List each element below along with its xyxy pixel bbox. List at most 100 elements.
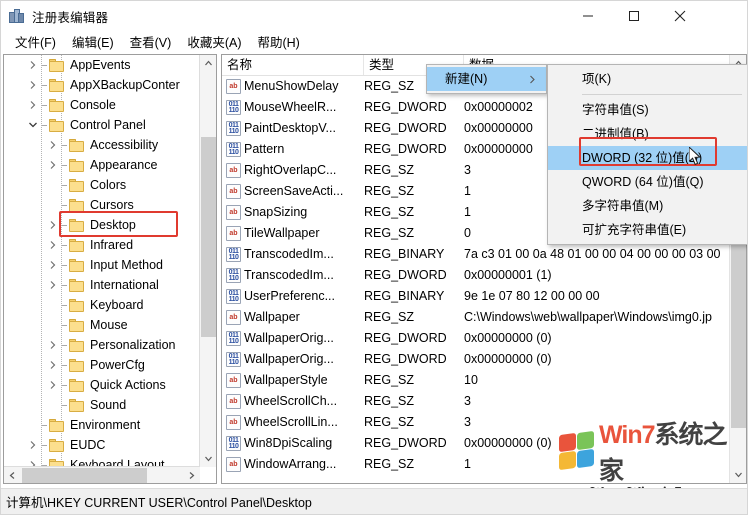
tree-item-personalization[interactable]: Personalization — [4, 335, 200, 355]
menu-edit[interactable]: 编辑(E) — [64, 30, 122, 54]
table-row[interactable]: 011 110 WallpaperOrig... REG_DWORD 0x0000000… — [222, 349, 729, 370]
table-row[interactable]: ab WheelScrollLin... REG_SZ 3 — [222, 412, 729, 433]
registry-tree-pane: AppEvents AppXBackupConter Console Control … — [3, 54, 217, 484]
tree-hscroll-thumb[interactable] — [22, 468, 147, 483]
table-row[interactable]: 011 110 UserPreferenc... REG_BINARY 9e 1e 07… — [222, 286, 729, 307]
cell-data: 0x00000001 (1) — [464, 268, 552, 282]
tree-item-sound[interactable]: Sound — [4, 395, 200, 415]
ctx-new-binary[interactable]: 二进制值(B) — [548, 122, 747, 146]
binary-value-icon: 011 110 — [226, 268, 241, 283]
ctx-new-string[interactable]: 字符串值(S) — [548, 98, 747, 122]
scroll-left-icon[interactable] — [4, 467, 21, 483]
chevron-right-icon — [529, 67, 536, 91]
column-header-name[interactable]: 名称 — [222, 55, 364, 75]
tree-vertical-scrollbar[interactable] — [199, 55, 216, 467]
table-row[interactable]: 011 110 TranscodedIm... REG_DWORD 0x00000001… — [222, 265, 729, 286]
maximize-button[interactable] — [611, 1, 657, 31]
chevron-down-icon[interactable] — [26, 115, 40, 135]
scroll-up-icon[interactable] — [200, 55, 216, 72]
registry-tree[interactable]: AppEvents AppXBackupConter Console Control … — [4, 55, 200, 467]
menu-view[interactable]: 查看(V) — [122, 30, 180, 54]
binary-value-icon: 011 110 — [226, 331, 241, 346]
ctx-new-qword64-label: QWORD (64 位)值(Q) — [582, 175, 704, 189]
menu-help[interactable]: 帮助(H) — [249, 30, 307, 54]
menu-file[interactable]: 文件(F) — [7, 30, 64, 54]
cell-data: C:\Windows\web\wallpaper\Windows\img0.jp — [464, 310, 713, 324]
table-row[interactable]: ab WheelScrollCh... REG_SZ 3 — [222, 391, 729, 412]
tree-connector — [40, 95, 49, 115]
tree-connector — [40, 75, 49, 95]
tree-item-colors[interactable]: Colors — [4, 175, 200, 195]
folder-icon — [69, 218, 85, 232]
context-submenu-new-types[interactable]: 项(K) 字符串值(S) 二进制值(B) DWORD (32 位)值(D) QWORD … — [547, 64, 747, 245]
tree-item-environment[interactable]: Environment — [4, 415, 200, 435]
chevron-right-icon[interactable] — [46, 215, 60, 235]
chevron-right-icon[interactable] — [46, 235, 60, 255]
tree-item-appxbackupconter[interactable]: AppXBackupConter — [4, 75, 200, 95]
scroll-down-icon[interactable] — [200, 450, 216, 467]
tree-item-eudc[interactable]: EUDC — [4, 435, 200, 455]
scroll-right-icon[interactable] — [183, 467, 200, 483]
context-menu-new[interactable]: 新建(N) — [426, 64, 547, 94]
tree-item-appevents[interactable]: AppEvents — [4, 55, 200, 75]
tree-scroll-thumb[interactable] — [201, 137, 216, 337]
ctx-new-qword64[interactable]: QWORD (64 位)值(Q) — [548, 170, 747, 194]
tree-item-keyboard[interactable]: Keyboard — [4, 295, 200, 315]
table-row[interactable]: ab Wallpaper REG_SZ C:\Windows\web\wallpape… — [222, 307, 729, 328]
tree-connector — [60, 355, 69, 375]
scroll-down-icon[interactable] — [730, 466, 746, 483]
tree-item-mouse[interactable]: Mouse — [4, 315, 200, 335]
tree-item-cursors[interactable]: Cursors — [4, 195, 200, 215]
tree-item-powercfg[interactable]: PowerCfg — [4, 355, 200, 375]
string-value-icon: ab — [226, 415, 241, 430]
table-row[interactable]: 011 110 TranscodedIm... REG_BINARY 7a c3 01 … — [222, 244, 729, 265]
string-value-icon: ab — [226, 226, 241, 241]
tree-item-desktop[interactable]: Desktop — [4, 215, 200, 235]
cell-type: REG_SZ — [364, 394, 415, 408]
chevron-right-icon[interactable] — [46, 275, 60, 295]
chevron-right-icon[interactable] — [46, 335, 60, 355]
tree-item-control-panel[interactable]: Control Panel — [4, 115, 200, 135]
ctx-new-multistring[interactable]: 多字符串值(M) — [548, 194, 747, 218]
tree-item-accessibility[interactable]: Accessibility — [4, 135, 200, 155]
chevron-right-icon[interactable] — [46, 355, 60, 375]
chevron-right-icon[interactable] — [46, 135, 60, 155]
chevron-right-icon[interactable] — [26, 55, 40, 75]
chevron-right-icon[interactable] — [46, 375, 60, 395]
ctx-new-expandstring[interactable]: 可扩充字符串值(E) — [548, 218, 747, 242]
tree-connector — [60, 295, 69, 315]
table-row[interactable]: ab WindowArrang... REG_SZ 1 — [222, 454, 729, 475]
list-scroll-thumb[interactable] — [731, 238, 746, 428]
close-button[interactable] — [657, 1, 703, 31]
ctx-new-key[interactable]: 项(K) — [548, 67, 747, 91]
tree-item-international[interactable]: International — [4, 275, 200, 295]
tree-item-console[interactable]: Console — [4, 95, 200, 115]
ctx-new-label: 新建(N) — [445, 72, 488, 86]
cell-name: TranscodedIm... — [244, 268, 334, 282]
tree-item-label: Sound — [90, 398, 127, 412]
tree-item-input-method[interactable]: Input Method — [4, 255, 200, 275]
chevron-right-icon[interactable] — [26, 75, 40, 95]
folder-icon — [49, 418, 65, 432]
tree-item-infrared[interactable]: Infrared — [4, 235, 200, 255]
cell-name: WallpaperOrig... — [244, 352, 334, 366]
table-row[interactable]: ab WallpaperStyle REG_SZ 10 — [222, 370, 729, 391]
minimize-button[interactable] — [565, 1, 611, 31]
chevron-right-icon[interactable] — [26, 95, 40, 115]
cell-data: 3 — [464, 415, 471, 429]
chevron-right-icon[interactable] — [26, 435, 40, 455]
tree-connector — [60, 235, 69, 255]
ctx-new-dword32[interactable]: DWORD (32 位)值(D) — [548, 146, 747, 170]
cell-name: WallpaperOrig... — [244, 331, 334, 345]
tree-item-quick-actions[interactable]: Quick Actions — [4, 375, 200, 395]
table-row[interactable]: 011 110 Win8DpiScaling REG_DWORD 0x00000000 … — [222, 433, 729, 454]
chevron-right-icon[interactable] — [46, 255, 60, 275]
folder-icon — [49, 98, 65, 112]
tree-horizontal-scrollbar[interactable] — [4, 466, 200, 483]
chevron-right-icon[interactable] — [46, 155, 60, 175]
tree-item-appearance[interactable]: Appearance — [4, 155, 200, 175]
ctx-new[interactable]: 新建(N) — [427, 67, 546, 91]
cell-name: Wallpaper — [244, 310, 300, 324]
menu-favorites[interactable]: 收藏夹(A) — [179, 30, 249, 54]
table-row[interactable]: 011 110 WallpaperOrig... REG_DWORD 0x0000000… — [222, 328, 729, 349]
